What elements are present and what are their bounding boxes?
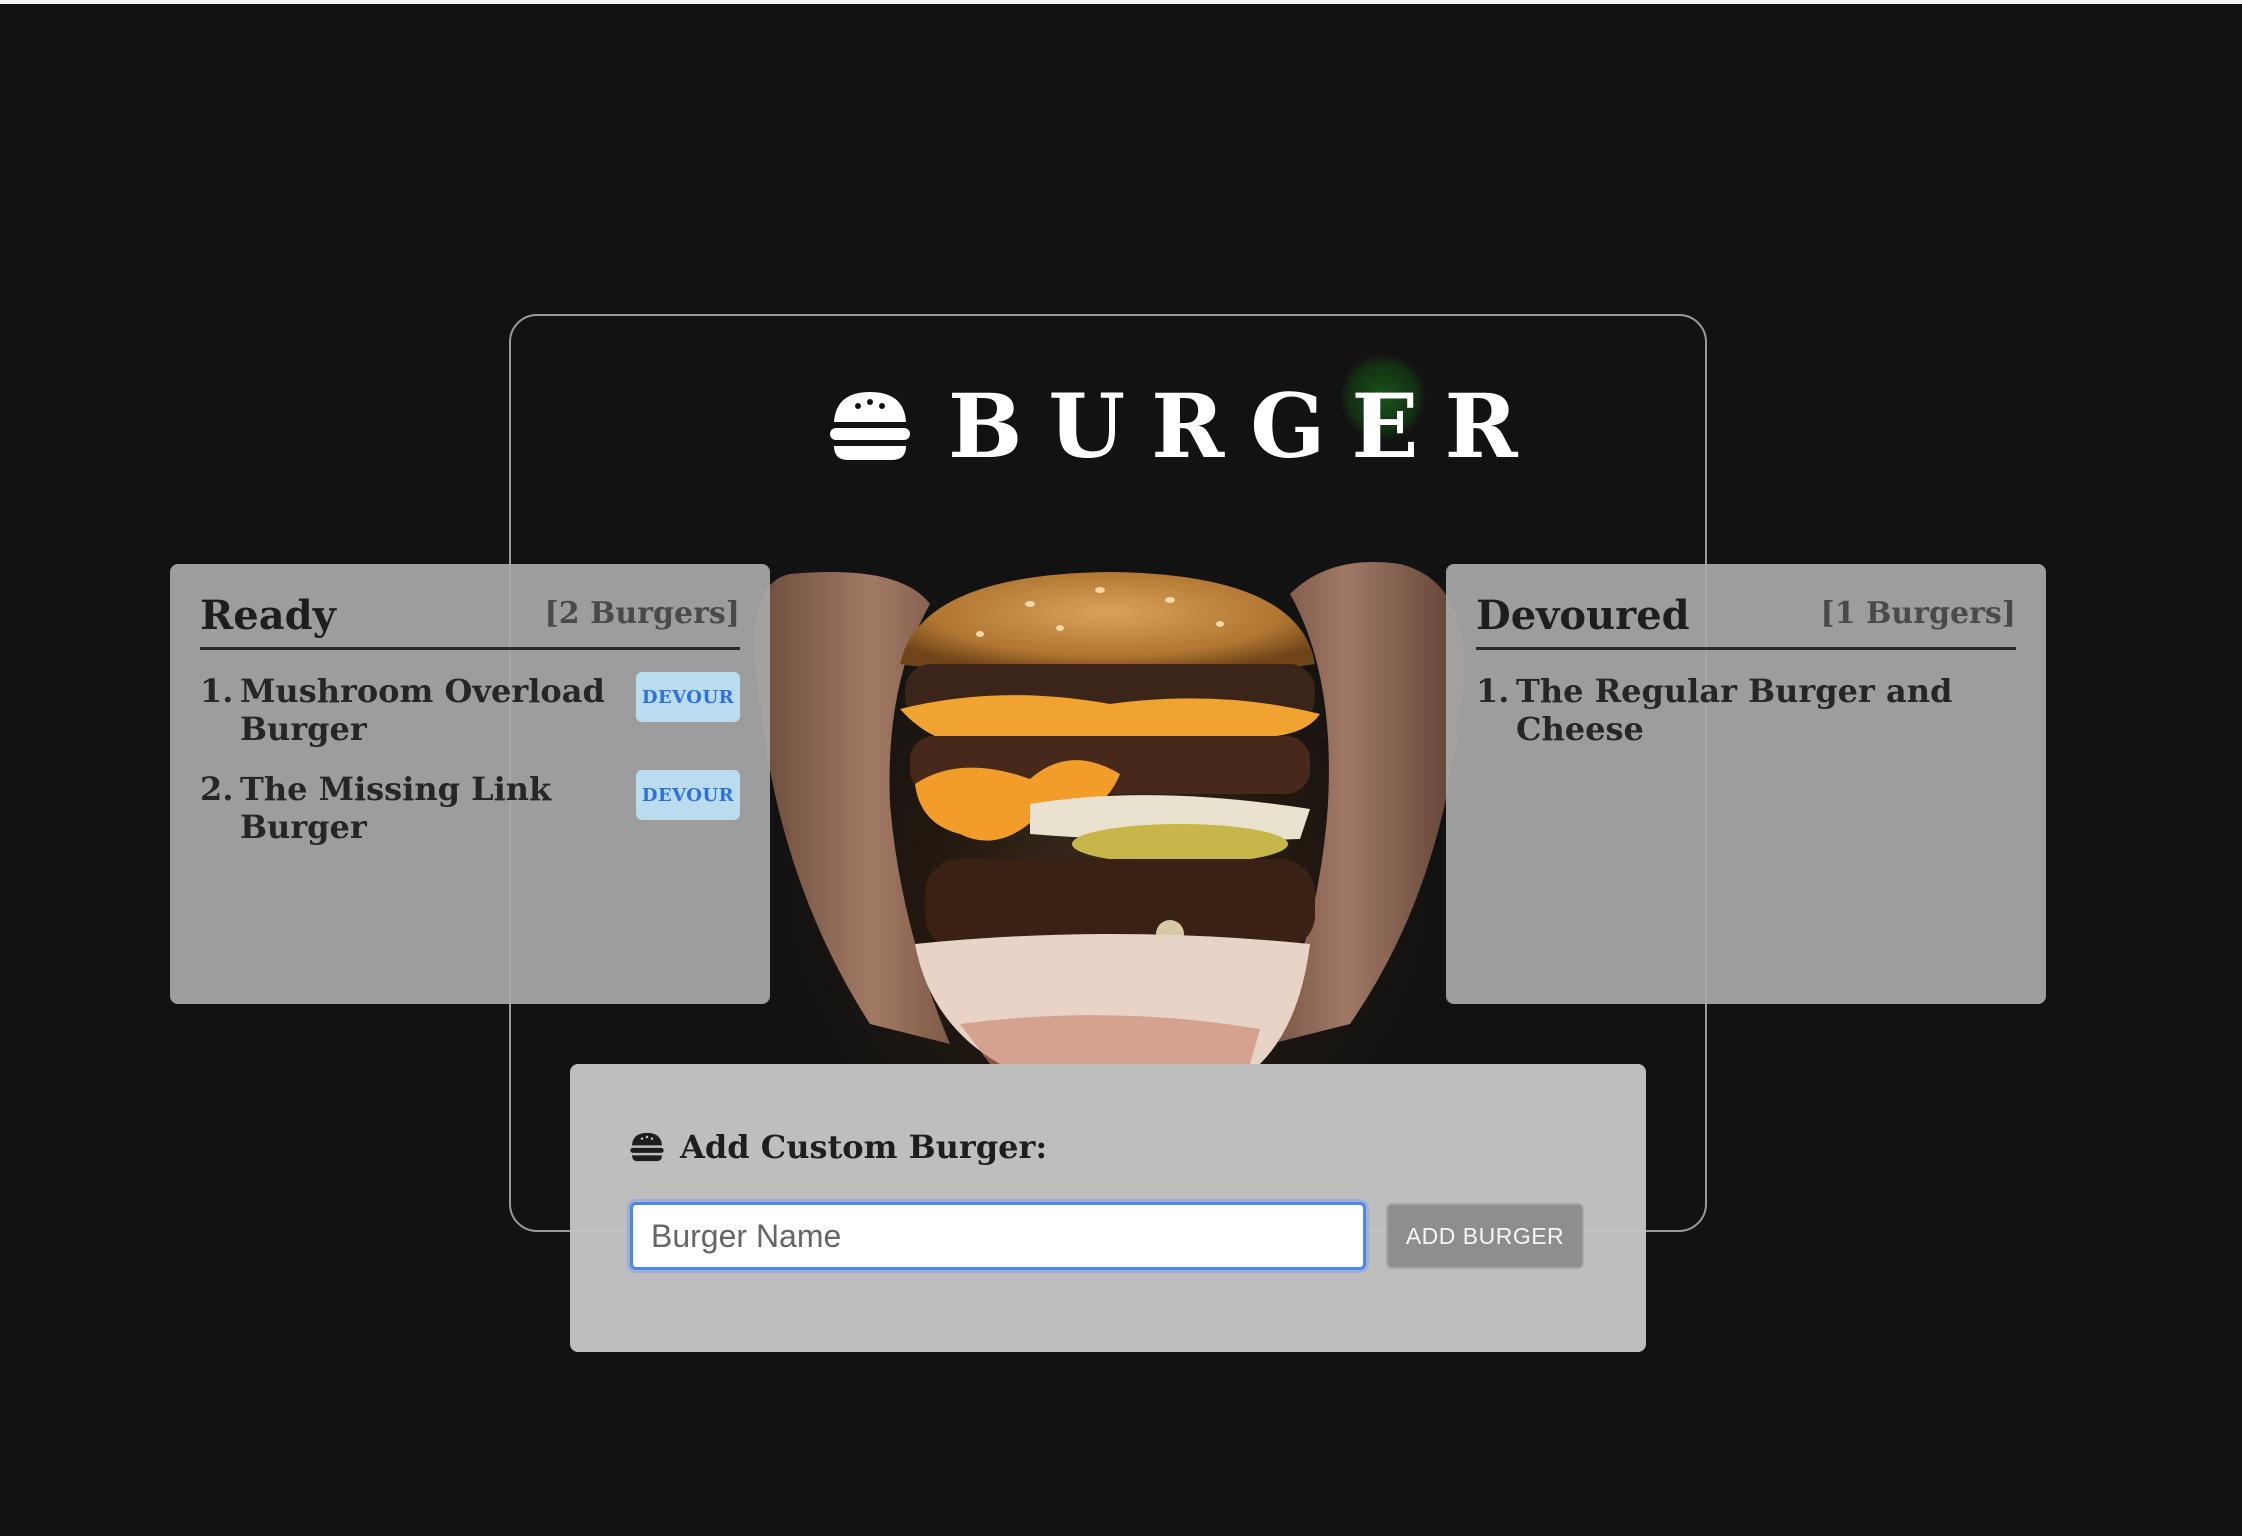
burger-icon: [630, 1132, 664, 1162]
brand-header: BURGER: [830, 376, 1544, 476]
ready-list: 1. Mushroom Overload Burger DEVOUR 2. Th…: [200, 672, 740, 846]
add-burger-heading-text: Add Custom Burger:: [680, 1128, 1048, 1166]
devour-button[interactable]: DEVOUR: [636, 770, 740, 820]
burger-name: The Missing Link Burger: [240, 770, 552, 846]
burger-name: Mushroom Overload Burger: [240, 672, 605, 748]
list-item: 2. The Missing Link Burger DEVOUR: [200, 770, 740, 846]
devoured-panel-header: Devoured [1 Burgers]: [1476, 592, 2016, 650]
item-number: 1.: [1476, 672, 1510, 710]
burger-name-input[interactable]: [630, 1202, 1366, 1270]
add-burger-panel: Add Custom Burger: ADD BURGER: [570, 1064, 1646, 1352]
add-burger-button[interactable]: ADD BURGER: [1386, 1203, 1584, 1269]
add-burger-heading: Add Custom Burger:: [630, 1128, 1586, 1166]
ready-title: Ready: [200, 592, 336, 639]
list-item: 1. Mushroom Overload Burger DEVOUR: [200, 672, 740, 748]
burger-name: The Regular Burger and Cheese: [1516, 672, 1953, 748]
list-item: 1. The Regular Burger and Cheese: [1476, 672, 2016, 748]
burger-icon: [830, 392, 910, 460]
add-burger-row: ADD BURGER: [630, 1202, 1586, 1270]
item-number: 2.: [200, 770, 234, 808]
devoured-list: 1. The Regular Burger and Cheese: [1476, 672, 2016, 748]
devoured-title: Devoured: [1476, 592, 1690, 639]
app-page: BURGER Ready [2 Burgers] 1. Mushroom Ove…: [0, 0, 2242, 1536]
devoured-panel: Devoured [1 Burgers] 1. The Regular Burg…: [1446, 564, 2046, 1004]
ready-count: [2 Burgers]: [544, 596, 740, 631]
devour-button[interactable]: DEVOUR: [636, 672, 740, 722]
ready-panel: Ready [2 Burgers] 1. Mushroom Overload B…: [170, 564, 770, 1004]
devoured-count: [1 Burgers]: [1820, 596, 2016, 631]
item-number: 1.: [200, 672, 234, 710]
brand-title: BURGER: [948, 374, 1544, 478]
burger-photo: [754, 562, 1464, 1064]
ready-panel-header: Ready [2 Burgers]: [200, 592, 740, 650]
